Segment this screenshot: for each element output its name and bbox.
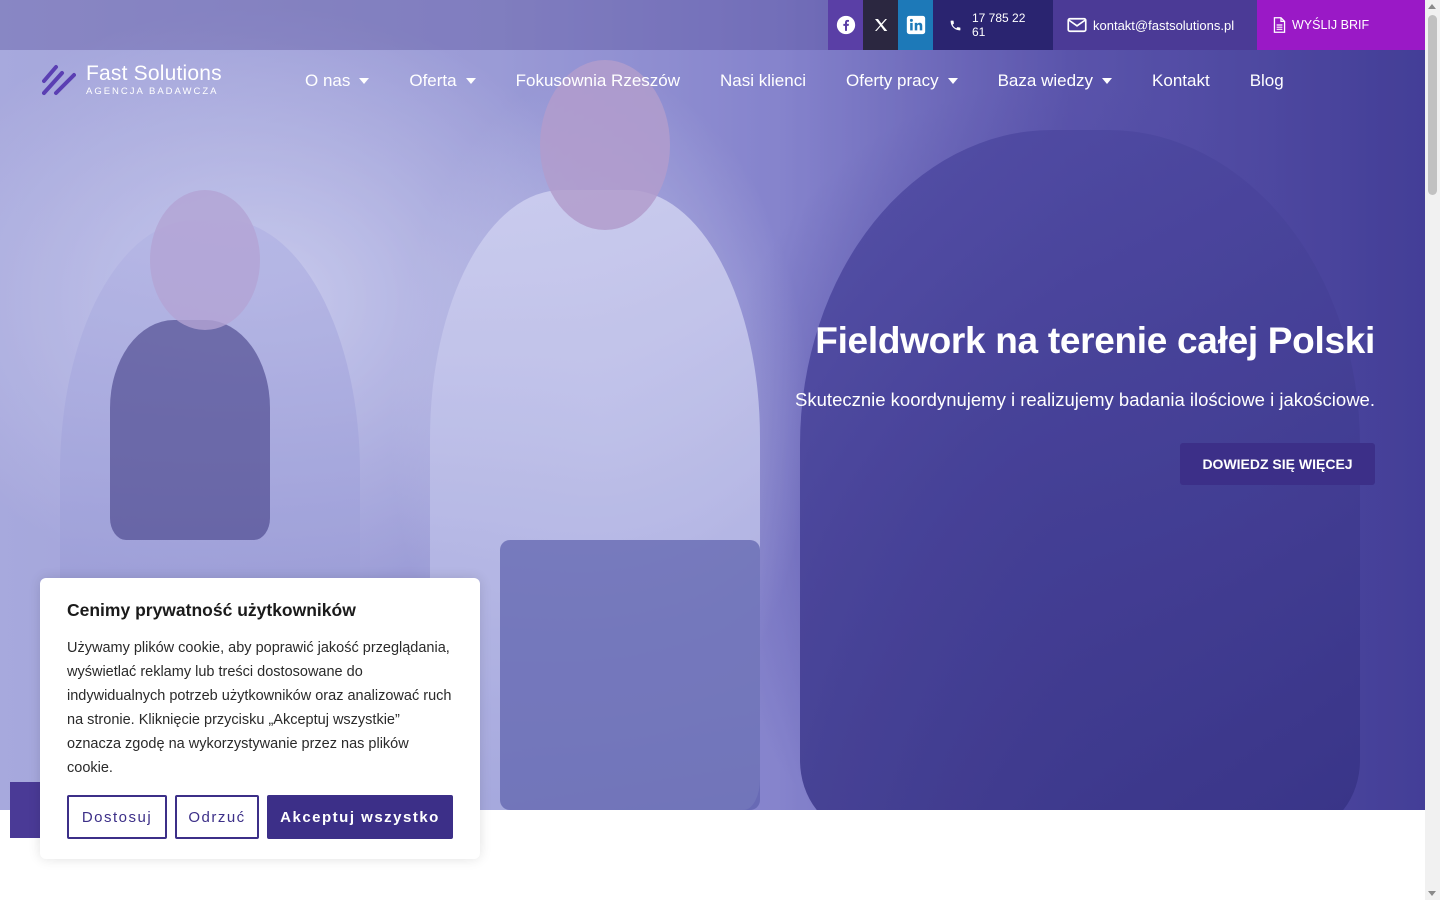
nav-item-label: Baza wiedzy — [997, 71, 1094, 90]
nav-item-label: Nasi klienci — [720, 71, 806, 90]
nav-item-label: Blog — [1249, 71, 1284, 90]
cookie-title: Cenimy prywatność użytkowników — [67, 600, 356, 620]
site-logo[interactable]: Fast Solutions AGENCJA BADAWCZA — [42, 62, 222, 97]
reject-cookies-button[interactable]: Odrzuć — [175, 795, 259, 839]
nav-item-label: Kontakt — [1152, 71, 1210, 90]
nav-item-oferty-pracy[interactable]: Oferty pracy — [846, 71, 958, 91]
customize-cookies-button[interactable]: Dostosuj — [67, 795, 167, 839]
logo-text: Fast Solutions AGENCJA BADAWCZA — [86, 62, 222, 97]
document-icon — [1273, 17, 1286, 33]
nav-item-oferta[interactable]: Oferta — [409, 71, 476, 91]
nav-item-kontakt[interactable]: Kontakt — [1152, 71, 1210, 91]
hero-subtitle: Skutecznie koordynujemy i realizujemy ba… — [795, 389, 1375, 410]
caret-down-icon — [1102, 78, 1113, 84]
page-scrollbar[interactable] — [1425, 0, 1440, 900]
nav-item-nasi-klienci[interactable]: Nasi klienci — [720, 71, 806, 91]
top-bar: 17 785 22 61 kontakt@fastsolutions.pl WY… — [0, 0, 1425, 50]
scrollbar-thumb[interactable] — [1428, 15, 1437, 195]
accept-all-cookies-button[interactable]: Akceptuj wszystko — [267, 795, 453, 839]
nav-item-label: Fokusownia Rzeszów — [515, 71, 681, 90]
nav-item-label: O nas — [305, 71, 351, 90]
logo-mark-icon — [42, 64, 76, 95]
x-twitter-link[interactable] — [863, 0, 898, 50]
linkedin-icon — [906, 15, 925, 35]
nav-item-baza-wiedzy[interactable]: Baza wiedzy — [997, 71, 1113, 91]
main-navigation: O nas Oferta Fokusownia Rzeszów Nasi kli… — [305, 66, 1324, 96]
email-address: kontakt@fastsolutions.pl — [1093, 17, 1235, 33]
facebook-icon — [836, 15, 855, 35]
x-twitter-icon — [874, 19, 887, 31]
scroll-up-arrow-icon[interactable] — [1428, 4, 1436, 9]
hero-title: Fieldwork na terenie całej Polski — [815, 320, 1375, 361]
caret-down-icon — [465, 78, 476, 84]
email-link[interactable]: kontakt@fastsolutions.pl — [1053, 0, 1257, 50]
send-brief-label: WYŚLIJ BRIF — [1292, 18, 1370, 32]
envelope-icon — [1067, 17, 1087, 33]
logo-tagline: AGENCJA BADAWCZA — [86, 86, 219, 97]
phone-icon — [950, 20, 961, 30]
cookie-consent-dialog: Cenimy prywatność użytkowników Używamy p… — [40, 578, 480, 859]
caret-down-icon — [359, 78, 370, 84]
learn-more-button[interactable]: DOWIEDZ SIĘ WIĘCEJ — [1180, 443, 1375, 485]
linkedin-link[interactable] — [898, 0, 933, 50]
top-bar-contacts: 17 785 22 61 kontakt@fastsolutions.pl WY… — [828, 0, 1425, 50]
send-brief-link[interactable]: WYŚLIJ BRIF — [1257, 0, 1425, 50]
facebook-link[interactable] — [828, 0, 863, 50]
nav-item-label: Oferty pracy — [846, 71, 939, 90]
nav-item-blog[interactable]: Blog — [1250, 71, 1284, 91]
scroll-down-arrow-icon[interactable] — [1428, 891, 1436, 896]
nav-item-label: Oferta — [409, 71, 457, 90]
phone-link[interactable]: 17 785 22 61 — [933, 0, 1053, 50]
nav-item-fokusownia[interactable]: Fokusownia Rzeszów — [516, 71, 680, 91]
nav-item-o-nas[interactable]: O nas — [305, 71, 370, 91]
caret-down-icon — [947, 78, 958, 84]
cookie-buttons: Dostosuj Odrzuć Akceptuj wszystko — [67, 795, 453, 839]
phone-number: 17 785 22 61 — [972, 11, 1026, 39]
logo-name: Fast Solutions — [86, 62, 222, 85]
cookie-description: Używamy plików cookie, aby poprawić jako… — [67, 640, 452, 776]
